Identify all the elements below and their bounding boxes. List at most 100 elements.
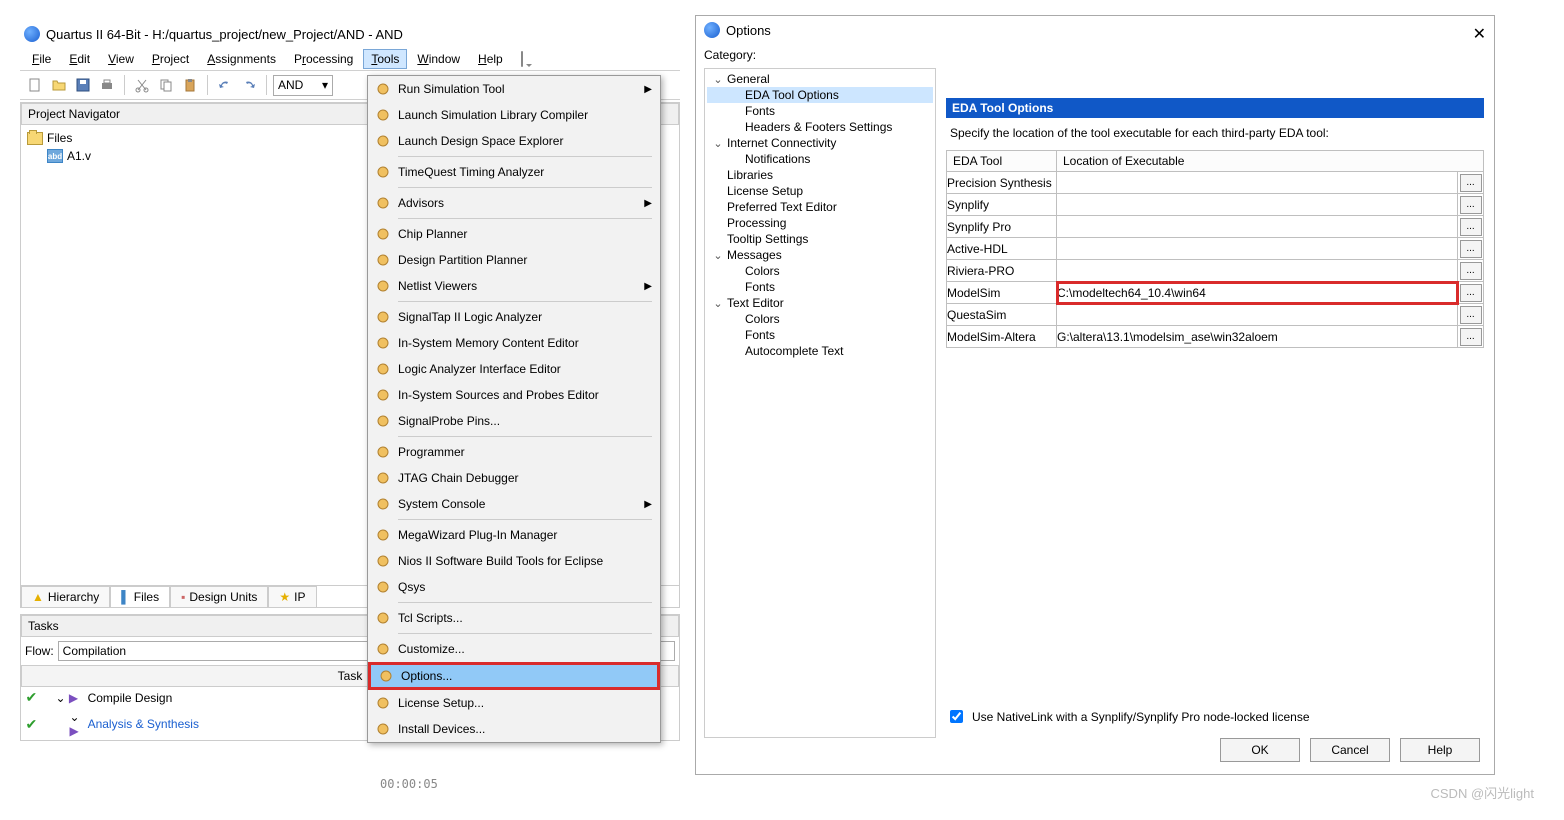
- cut-button[interactable]: [131, 74, 153, 96]
- project-combo[interactable]: AND▾: [273, 75, 333, 96]
- expand-icon[interactable]: ⌄: [70, 710, 80, 724]
- tab-hierarchy[interactable]: ▲Hierarchy: [21, 586, 110, 607]
- menu-project[interactable]: Project: [144, 49, 197, 69]
- eda-location-input[interactable]: [1057, 238, 1458, 260]
- expand-icon[interactable]: ⌄: [56, 691, 66, 705]
- menu-item-signaltap-ii-logic-analyzer[interactable]: SignalTap II Logic Analyzer: [368, 304, 660, 330]
- browse-button[interactable]: ...: [1460, 284, 1482, 302]
- menu-edit[interactable]: Edit: [61, 49, 98, 69]
- menu-item-in-system-sources-and-probes-editor[interactable]: In-System Sources and Probes Editor: [368, 382, 660, 408]
- category-preferred-text-editor[interactable]: Preferred Text Editor: [707, 199, 933, 215]
- menu-item-advisors[interactable]: Advisors▶: [368, 190, 660, 216]
- menu-tools[interactable]: Tools: [363, 49, 407, 69]
- open-button[interactable]: [48, 74, 70, 96]
- menu-item-programmer[interactable]: Programmer: [368, 439, 660, 465]
- eda-location-input[interactable]: [1057, 172, 1458, 194]
- menu-item-icon: [368, 470, 398, 486]
- category-headers-footers-settings[interactable]: Headers & Footers Settings: [707, 119, 933, 135]
- menu-item-license-setup-[interactable]: License Setup...: [368, 690, 660, 716]
- category-text-editor[interactable]: ⌄Text Editor: [707, 295, 933, 311]
- browse-button[interactable]: ...: [1460, 174, 1482, 192]
- eda-tool-name: Riviera-PRO: [947, 260, 1057, 282]
- expand-icon[interactable]: ⌄: [711, 73, 725, 86]
- menu-assignments[interactable]: Assignments: [199, 49, 284, 69]
- menu-item-jtag-chain-debugger[interactable]: JTAG Chain Debugger: [368, 465, 660, 491]
- category-processing[interactable]: Processing: [707, 215, 933, 231]
- eda-location-input[interactable]: [1057, 304, 1458, 326]
- tab-files[interactable]: ▌Files: [110, 586, 170, 607]
- category-libraries[interactable]: Libraries: [707, 167, 933, 183]
- copy-button[interactable]: [155, 74, 177, 96]
- menu-item-nios-ii-software-build-tools-for-eclipse[interactable]: Nios II Software Build Tools for Eclipse: [368, 548, 660, 574]
- menu-view[interactable]: View: [100, 49, 142, 69]
- category-general[interactable]: ⌄General: [707, 71, 933, 87]
- help-button[interactable]: Help: [1400, 738, 1480, 762]
- tab-label: IP: [294, 590, 305, 604]
- category-fonts[interactable]: Fonts: [707, 279, 933, 295]
- menu-item-logic-analyzer-interface-editor[interactable]: Logic Analyzer Interface Editor: [368, 356, 660, 382]
- category-fonts[interactable]: Fonts: [707, 327, 933, 343]
- expand-icon[interactable]: ⌄: [711, 249, 725, 262]
- menu-item-in-system-memory-content-editor[interactable]: In-System Memory Content Editor: [368, 330, 660, 356]
- nativelink-checkbox[interactable]: [950, 710, 963, 723]
- nativelink-checkbox-row[interactable]: Use NativeLink with a Synplify/Synplify …: [946, 707, 1310, 726]
- category-label: Messages: [727, 248, 782, 262]
- category-eda-tool-options[interactable]: EDA Tool Options: [707, 87, 933, 103]
- category-autocomplete-text[interactable]: Autocomplete Text: [707, 343, 933, 359]
- eda-location-input[interactable]: G:\altera\13.1\modelsim_ase\win32aloem: [1057, 326, 1458, 348]
- browse-button[interactable]: ...: [1460, 240, 1482, 258]
- cancel-button[interactable]: Cancel: [1310, 738, 1390, 762]
- menu-item-timequest-timing-analyzer[interactable]: TimeQuest Timing Analyzer: [368, 159, 660, 185]
- expand-icon[interactable]: ⌄: [711, 137, 725, 150]
- print-button[interactable]: [96, 74, 118, 96]
- menu-item-design-partition-planner[interactable]: Design Partition Planner: [368, 247, 660, 273]
- undo-button[interactable]: [214, 74, 236, 96]
- menu-item-launch-design-space-explorer[interactable]: Launch Design Space Explorer: [368, 128, 660, 154]
- menu-help[interactable]: Help: [470, 49, 511, 69]
- browse-button[interactable]: ...: [1460, 218, 1482, 236]
- category-internet-connectivity[interactable]: ⌄Internet Connectivity: [707, 135, 933, 151]
- new-file-button[interactable]: [24, 74, 46, 96]
- category-notifications[interactable]: Notifications: [707, 151, 933, 167]
- menu-item-customize-[interactable]: Customize...: [368, 636, 660, 662]
- menu-bubble[interactable]: [513, 49, 531, 69]
- menu-window[interactable]: Window: [409, 49, 468, 69]
- menu-item-system-console[interactable]: System Console▶: [368, 491, 660, 517]
- menu-item-qsys[interactable]: Qsys: [368, 574, 660, 600]
- category-label: Autocomplete Text: [745, 344, 844, 358]
- menu-processing[interactable]: Processing: [286, 49, 361, 69]
- browse-button[interactable]: ...: [1460, 262, 1482, 280]
- expand-icon[interactable]: ⌄: [711, 297, 725, 310]
- menu-item-options-[interactable]: Options...: [368, 662, 660, 690]
- menu-file[interactable]: File: [24, 49, 59, 69]
- category-colors[interactable]: Colors: [707, 311, 933, 327]
- menu-item-megawizard-plug-in-manager[interactable]: MegaWizard Plug-In Manager: [368, 522, 660, 548]
- eda-location-input[interactable]: [1057, 216, 1458, 238]
- category-license-setup[interactable]: License Setup: [707, 183, 933, 199]
- ok-button[interactable]: OK: [1220, 738, 1300, 762]
- browse-button[interactable]: ...: [1460, 306, 1482, 324]
- menu-item-launch-simulation-library-compiler[interactable]: Launch Simulation Library Compiler: [368, 102, 660, 128]
- category-messages[interactable]: ⌄Messages: [707, 247, 933, 263]
- eda-location-input[interactable]: [1057, 260, 1458, 282]
- category-label: Text Editor: [727, 296, 784, 310]
- menu-item-netlist-viewers[interactable]: Netlist Viewers▶: [368, 273, 660, 299]
- menu-item-signalprobe-pins-[interactable]: SignalProbe Pins...: [368, 408, 660, 434]
- redo-button[interactable]: [238, 74, 260, 96]
- category-fonts[interactable]: Fonts: [707, 103, 933, 119]
- menu-item-chip-planner[interactable]: Chip Planner: [368, 221, 660, 247]
- menu-item-run-simulation-tool[interactable]: Run Simulation Tool▶: [368, 76, 660, 102]
- eda-location-input[interactable]: C:\modeltech64_10.4\win64: [1057, 282, 1458, 304]
- tab-ip[interactable]: ★IP: [268, 586, 316, 607]
- save-button[interactable]: [72, 74, 94, 96]
- category-tooltip-settings[interactable]: Tooltip Settings: [707, 231, 933, 247]
- menu-item-tcl-scripts-[interactable]: Tcl Scripts...: [368, 605, 660, 631]
- browse-button[interactable]: ...: [1460, 196, 1482, 214]
- paste-button[interactable]: [179, 74, 201, 96]
- close-button[interactable]: ✕: [1473, 24, 1486, 44]
- eda-location-input[interactable]: [1057, 194, 1458, 216]
- category-colors[interactable]: Colors: [707, 263, 933, 279]
- tab-design-units[interactable]: ▪Design Units: [170, 586, 268, 607]
- menu-item-install-devices-[interactable]: Install Devices...: [368, 716, 660, 742]
- browse-button[interactable]: ...: [1460, 328, 1482, 346]
